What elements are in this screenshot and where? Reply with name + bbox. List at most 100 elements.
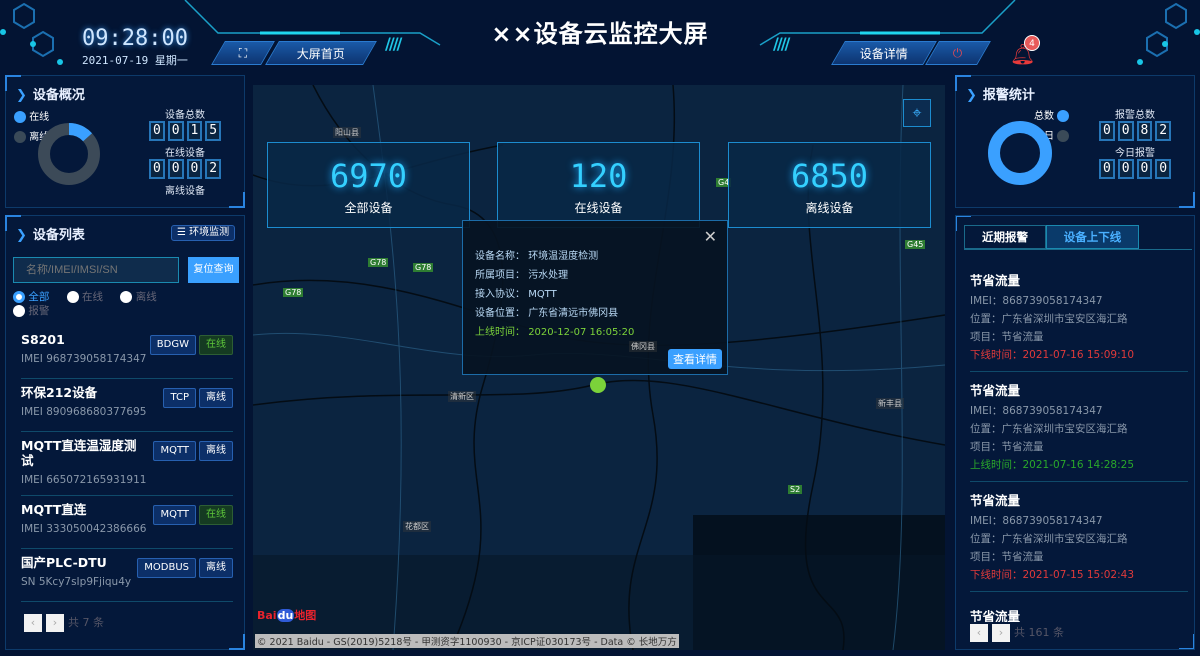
event-name: 节省流量 bbox=[970, 493, 1021, 508]
device-detail-button[interactable]: 设备详情 bbox=[831, 41, 937, 65]
pagination: ‹ › 共 161 条 bbox=[970, 624, 1064, 642]
device-name: 国产PLC-DTU bbox=[21, 555, 107, 570]
locate-icon[interactable]: ⌖ bbox=[903, 99, 931, 127]
field-label: 接入协议： bbox=[475, 289, 525, 300]
baidu-logo: Baidu地图 bbox=[257, 609, 317, 622]
device-counts: 设备总数 0015 在线设备 0002 离线设备 bbox=[149, 106, 221, 197]
road-badge: G78 bbox=[368, 258, 389, 267]
event-project: 项目：节省流量 bbox=[970, 551, 1044, 563]
protocol-tag: MQTT bbox=[153, 505, 196, 525]
stat-value: 6970 bbox=[329, 157, 408, 195]
event-item[interactable]: 节省流量 IMEI：868739058174347 位置：广东省深圳市宝安区海汇路项… bbox=[970, 262, 1188, 372]
event-list: 节省流量 IMEI：868739058174347 位置：广东省深圳市宝安区海汇路项… bbox=[970, 262, 1188, 592]
status-badge: 在线 bbox=[199, 335, 233, 355]
stripes-decoration: //// bbox=[773, 34, 790, 53]
popup-rows: 设备名称： 环境温湿度检测 所属项目： 污水处理 接入协议： MQTT 设备位置： 广… bbox=[475, 247, 715, 323]
prev-page-button[interactable]: ‹ bbox=[970, 624, 988, 642]
reset-query-button[interactable]: 复位查询 bbox=[188, 257, 239, 283]
next-page-button[interactable]: › bbox=[992, 624, 1010, 642]
total-count: 共 161 条 bbox=[1014, 626, 1064, 639]
overview-panel: ❯ 设备概况 在线 离线 设备总数 0015 在线设备 0002 离线设备 bbox=[5, 75, 245, 208]
stat-card-online: 120 在线设备 bbox=[497, 142, 700, 228]
view-details-button[interactable]: 查看详情 bbox=[668, 349, 722, 369]
digit: 1 bbox=[186, 121, 203, 141]
filter-online[interactable]: 在线 bbox=[66, 291, 103, 303]
event-project: 项目：节省流量 bbox=[970, 331, 1044, 343]
event-time: 下线时间：2021-07-15 15:02:43 bbox=[970, 569, 1135, 581]
status-badge: 离线 bbox=[199, 388, 233, 408]
env-monitor-button[interactable]: ☰ 环境监测 bbox=[171, 225, 236, 241]
device-list-item[interactable]: 国产PLC-DTU SN 5Kcy7sIp9Fjiqu4y MODBUS 离线 bbox=[21, 549, 233, 602]
map-label: 阳山县 bbox=[333, 127, 361, 138]
filter-all[interactable]: 全部 bbox=[13, 291, 49, 303]
online-label: 在线设备 bbox=[165, 148, 205, 159]
status-filter: 全部 在线 离线 报警 bbox=[13, 290, 239, 318]
field-value: MQTT bbox=[528, 289, 557, 300]
device-name: S8201 bbox=[21, 332, 65, 347]
field-value: 污水处理 bbox=[528, 270, 569, 281]
device-list-item[interactable]: MQTT直连温湿度测试 IMEI 665072165931911 MQTT 离线 bbox=[21, 432, 233, 496]
overview-title: ❯ 设备概况 bbox=[16, 84, 85, 103]
digit: 0 bbox=[167, 159, 184, 179]
tab-recent-alarms[interactable]: 近期报警 bbox=[964, 225, 1046, 249]
date: 2021-07-19 星期一 bbox=[82, 54, 188, 67]
next-page-button[interactable]: › bbox=[46, 614, 64, 632]
map-copyright: © 2021 Baidu - GS(2019)5218号 - 甲测资字11009… bbox=[255, 634, 679, 648]
tab-device-online-offline[interactable]: 设备上下线 bbox=[1046, 225, 1139, 249]
online-donut-chart bbox=[38, 123, 100, 185]
filter-offline[interactable]: 离线 bbox=[120, 291, 157, 303]
digit: 0 bbox=[1099, 159, 1115, 179]
offline-label: 离线设备 bbox=[165, 186, 205, 197]
device-name: MQTT直连 bbox=[21, 502, 87, 517]
pagination: ‹ › 共 7 条 bbox=[24, 614, 104, 632]
map-label: 清新区 bbox=[448, 391, 476, 402]
total-digits: 0082 bbox=[1099, 121, 1171, 141]
chevron-right-icon: ❯ bbox=[16, 228, 27, 243]
fullscreen-icon: ⛶ bbox=[238, 45, 248, 60]
protocol-tag: BDGW bbox=[149, 335, 196, 355]
road-badge: S2 bbox=[788, 485, 803, 494]
stat-label: 离线设备 bbox=[805, 201, 854, 215]
alarm-stats-title: ❯ 报警统计 bbox=[966, 84, 1035, 103]
event-project: 项目：节省流量 bbox=[970, 441, 1044, 453]
field-value: 广东省清远市佛冈县 bbox=[528, 308, 619, 319]
device-list-item[interactable]: S8201 IMEI 968739058174347 BDGW 在线 bbox=[21, 326, 233, 379]
popup-row-time: 上线时间： 2020-12-07 16:05:20 bbox=[475, 323, 715, 342]
chevron-right-icon: ❯ bbox=[966, 88, 977, 103]
digit: 0 bbox=[1136, 159, 1153, 179]
total-digits: 0015 bbox=[149, 121, 221, 141]
alarm-donut-chart bbox=[988, 121, 1052, 185]
home-button[interactable]: 大屏首页 bbox=[265, 41, 377, 65]
status-badge: 在线 bbox=[199, 505, 233, 525]
popup-row: 设备位置： 广东省清远市佛冈县 bbox=[475, 304, 715, 323]
event-name: 节省流量 bbox=[970, 383, 1021, 398]
device-list-item[interactable]: 环保212设备 IMEI 890968680377695 TCP 离线 bbox=[21, 379, 233, 432]
events-tabs: 近期报警 设备上下线 bbox=[964, 225, 1192, 250]
field-label: 所属项目： bbox=[475, 270, 525, 281]
device-name: MQTT直连温湿度测试 bbox=[21, 438, 137, 468]
status-badge: 离线 bbox=[199, 558, 233, 578]
field-label: 设备名称： bbox=[475, 251, 525, 262]
chevron-right-icon: ❯ bbox=[16, 88, 27, 103]
prev-page-button[interactable]: ‹ bbox=[24, 614, 42, 632]
search-input[interactable] bbox=[13, 257, 179, 283]
stat-value: 6850 bbox=[790, 157, 869, 195]
road-badge: G78 bbox=[283, 288, 304, 297]
stripes-decoration: //// bbox=[385, 34, 402, 53]
event-time: 下线时间：2021-07-16 15:09:10 bbox=[970, 349, 1135, 361]
digit: 0 bbox=[1117, 121, 1134, 141]
field-label: 设备位置： bbox=[475, 308, 525, 319]
alarm-stats-panel: ❯ 报警统计 总数 今日 报警总数 0082 今日报警 0000 bbox=[955, 75, 1195, 208]
events-panel: 近期报警 设备上下线 节省流量 IMEI：868739058174347 位置：广东… bbox=[955, 215, 1195, 650]
event-item[interactable]: 节省流量 IMEI：868739058174347 位置：广东省深圳市宝安区海汇路项… bbox=[970, 482, 1188, 592]
today-digits: 0000 bbox=[1099, 159, 1171, 179]
filter-alarm[interactable]: 报警 bbox=[13, 305, 49, 317]
device-marker[interactable] bbox=[590, 377, 606, 393]
device-list-item[interactable]: MQTT直连 IMEI 333050042386666 MQTT 在线 bbox=[21, 496, 233, 549]
close-icon[interactable]: ✕ bbox=[704, 227, 717, 246]
event-imei: IMEI：868739058174347 bbox=[970, 295, 1103, 307]
event-imei: IMEI：868739058174347 bbox=[970, 515, 1103, 527]
event-item[interactable]: 节省流量 IMEI：868739058174347 位置：广东省深圳市宝安区海汇路项… bbox=[970, 372, 1188, 482]
alarm-count-badge: 4 bbox=[1024, 35, 1040, 51]
map-label: 佛冈县 bbox=[629, 341, 657, 352]
